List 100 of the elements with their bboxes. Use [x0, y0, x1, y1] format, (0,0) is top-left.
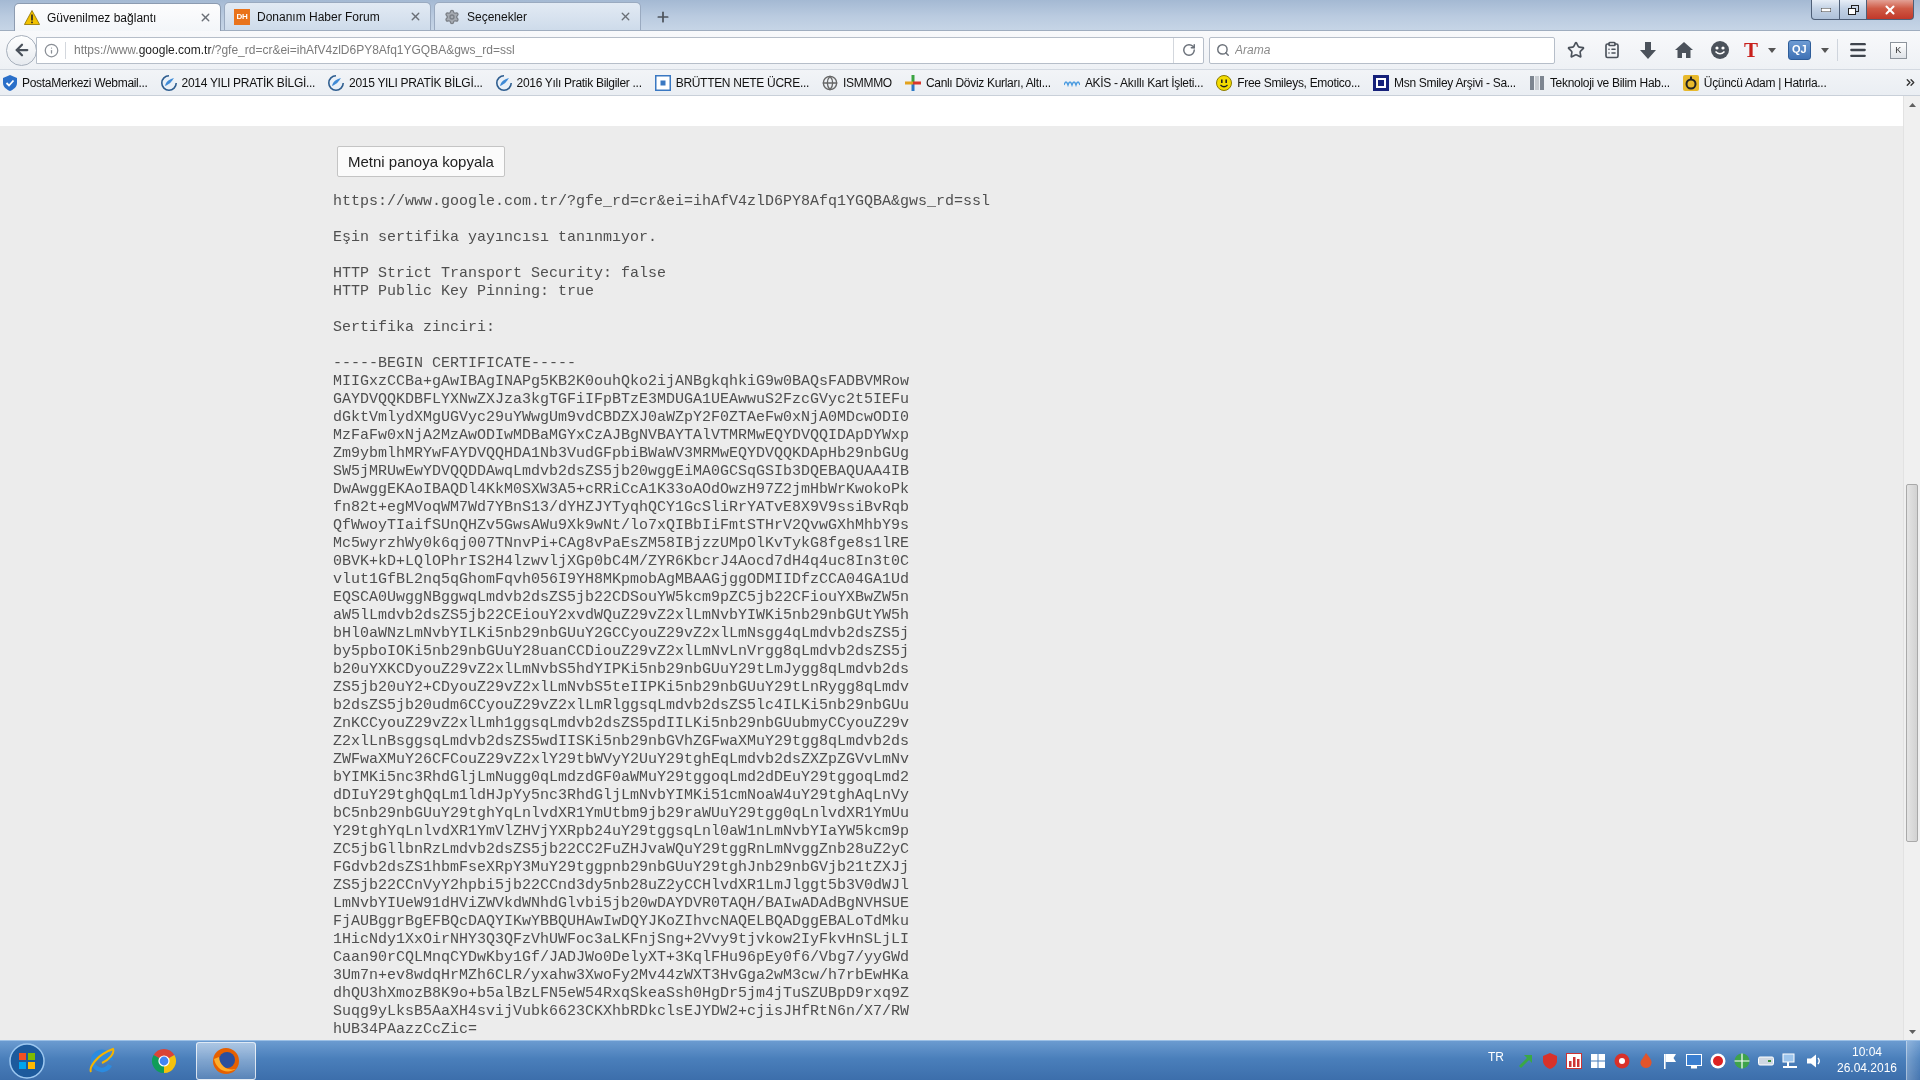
close-icon[interactable]: [619, 10, 632, 23]
copy-text-button[interactable]: Metni panoya kopyala: [337, 146, 505, 177]
minimize-icon[interactable]: [1820, 7, 1831, 12]
scrollbar[interactable]: [1903, 96, 1920, 1040]
certificate-line: ZS5jb22CCnVyY2hpbi5jb22CCnd3dy5nb28uZ2yCCHlvdXR1LmJlggt5b3V0dWJl: [333, 877, 910, 895]
certificate-line: 0BVK+kD+LQlOPhrIS2H4lzwvljXGp0bC4M/ZYR6KbcrJ4Aocd7dH4q4uc8In3t0C: [333, 553, 910, 571]
search-icon[interactable]: [1216, 42, 1230, 57]
certificate-line: DwAwggEKAoIBAQDl4KkM0SXW3A5+cRRiCcA1K33oAOdOwzH97Z2jmHbWrKwokoPk: [333, 481, 910, 499]
home-icon[interactable]: [1675, 42, 1693, 58]
start-button[interactable]: [9, 1042, 45, 1079]
certificate-line: FGdvb2dsZS1hbmFseXRpY3MuY29tggpnb29nbGUuY29tghJnb29nbGVjb21tZXJj: [333, 859, 910, 877]
chart-icon[interactable]: [1566, 1052, 1582, 1069]
star-icon[interactable]: [1567, 41, 1585, 59]
restore-icon[interactable]: [1847, 4, 1859, 15]
certificate-line: ZS5jb20uY2+CDyouZ29vZ2xlLmNvbS5teIIPKi5nb29nbGUuY29tLnRygg8qLmdv: [333, 679, 910, 697]
url-text: https://www.google.com.tr/?gfe_rd=cr&ei=ihAfV4zlD6PY8Afq1YGQBA&gws_rd=ssl: [333, 193, 991, 211]
globe-icon: [822, 74, 838, 91]
panel-button[interactable]: K: [1889, 41, 1907, 59]
bookmark-link[interactable]: Free Smileys, Emotico...: [1216, 74, 1361, 91]
back-button[interactable]: [6, 34, 37, 66]
certificate-line: vlut1GfBL2nq5qGhomFqvh056I9YH8MKpmobAgMBAAGjggODMIIDfzCCA04GA1Ud: [333, 571, 910, 589]
close-icon[interactable]: [199, 11, 212, 24]
extension-button[interactable]: T: [1738, 36, 1782, 64]
bookmark-link[interactable]: 2014 YILI PRATİK BİLGİ...: [160, 74, 316, 91]
speaker-icon[interactable]: [1806, 1052, 1822, 1069]
plus-icon[interactable]: [655, 9, 671, 25]
certificate-line: -----BEGIN CERTIFICATE-----: [333, 355, 577, 373]
certificate-line: 3Um7n+ev8wdqHrMZh6CLR/yxahw3XwoFy2Mv44zWXT3HvGga2wM3cw/h7rbEwHKa: [333, 967, 910, 985]
bookmark-link[interactable]: ISMMMO: [822, 74, 892, 91]
bookmark-link[interactable]: 2016 Yılı Pratik Bilgiler ...: [495, 74, 642, 91]
round-badge-icon[interactable]: [1614, 1052, 1630, 1069]
certificate-line: bC5nb29nbGUuY29tghYqLnlvdXR1YmUtbm9jb29raWUuY29tgg0qLnlvdXR1YmUu: [333, 805, 910, 823]
site-logo: DH: [234, 8, 250, 25]
down-triangle-icon[interactable]: [1908, 1029, 1916, 1034]
close-icon[interactable]: [409, 10, 422, 23]
bookmark-link[interactable]: BRÜTTEN NETE ÜCRE...: [654, 74, 809, 91]
monitor-icon[interactable]: [1686, 1052, 1702, 1069]
windows-icon[interactable]: [1590, 1052, 1606, 1069]
record-icon[interactable]: [1710, 1052, 1726, 1069]
menu-icon[interactable]: [1847, 40, 1868, 60]
certificate-line: dDIuY29tghQqLm1ldHJpYy5nc3RhdGljLmNvbYIMKi51cmNoaW4uY29tghAqLnVy: [333, 787, 910, 805]
search-field[interactable]: Arama: [1209, 36, 1555, 64]
certificate-line: LmNvbYIUeW91dHViZWVkdWNhdGlvbi5jb20wDAYDVR0TAQH/BAIwADAdBgNVHSUE: [333, 895, 910, 913]
certificate-line: bHl0aWNzLmNvbYILKi5nb29nbGUuY2GCCyouZ29vZ2xlLmNsgg4qLmdvb2dsZS5j: [333, 625, 910, 643]
certificate-line: Z2xlLnBsggsqLmdvb2dsZS5wdIISKi5nb29nbGVhZGFwaXMuY29tgg8qLmdvb2ds: [333, 733, 910, 751]
scroll-thumb[interactable]: [1906, 484, 1918, 842]
bookmark-link[interactable]: Teknoloji ve Bilim Hab...: [1528, 74, 1670, 91]
bookmark-link[interactable]: PostaMerkezi Webmail...: [3, 74, 148, 91]
taskbar-app-button[interactable]: [196, 1041, 256, 1080]
certificate-line: by5pboIOKi5nb29nbGUuY28uanCCDiouZ29vZ2xlLmNvLnVrgg8qLmdvb2dsZS5j: [333, 643, 910, 661]
shield-icon: [3, 74, 17, 91]
bookmark-link[interactable]: Üçüncü Adam | Hatırla...: [1682, 74, 1827, 91]
browser-e-icon[interactable]: [88, 1046, 116, 1075]
extension-button[interactable]: QJ: [1782, 36, 1835, 64]
swirl-icon: [495, 74, 512, 91]
certificate-line: SW5jMRUwEwYDVQQDDAwqLmdvb2dsZS5jb20wggEiMA0GCSqGSIb3DQEBAQUAA4IB: [333, 463, 910, 481]
show-desktop-button[interactable]: [1906, 1040, 1920, 1080]
fox-globe-icon[interactable]: [212, 1046, 240, 1075]
tab[interactable]: Seçenekler: [434, 2, 641, 30]
flag-icon[interactable]: [1662, 1052, 1678, 1069]
certificate-line: FjAUBggrBgEFBQcDAQYIKwYBBQUHAwIwDQYJKoZIhvcNAQELBQADggEBALoTdMku: [333, 913, 910, 931]
chevron-icon[interactable]: [1904, 76, 1917, 89]
certificate-line: ZWFwaXMuY26CFCouZ29vZ2xlY29tbWVyY2UuY29tghEqLmdvb2dsZXZpZGVvLmNv: [333, 751, 910, 769]
language-indicator[interactable]: TR: [1482, 1049, 1510, 1064]
clipboard-list-icon[interactable]: [1603, 41, 1621, 59]
caret-icon[interactable]: [1820, 47, 1829, 53]
bookmark-link[interactable]: Canlı Döviz Kurları, Altı...: [904, 74, 1051, 91]
bookmark-link[interactable]: Msn Smiley Arşivi - Sa...: [1373, 74, 1516, 91]
certificate-line: Zm9ybmlhMRYwFAYDVQQHDA1Nb3VudGFpbiBWaWV3MRMwEQYDVQQKDApHb29nbGUg: [333, 445, 910, 463]
certificate-line: Y29tghYqLnlvdXR1YmVlZHVjYXRpb24uY29tggsqLnl0aW1nLmNvbYIaYW5kcm9p: [333, 823, 910, 841]
close-button[interactable]: [1866, 0, 1914, 20]
globe-icon[interactable]: [1734, 1052, 1750, 1069]
certificate-line: ZC5jbGllbnRzLmdvb2dsZS5jb22CC2FuZHJvaWQuY29tggRnLmNvggZnb28uZ2yC: [333, 841, 910, 859]
tab[interactable]: Güvenilmez bağlantı: [14, 3, 221, 31]
clock-time[interactable]: 10:04: [1852, 1045, 1882, 1060]
up-triangle-icon[interactable]: [1908, 102, 1916, 107]
bookmark-link[interactable]: AKİS - Akıllı Kart İşleti...: [1063, 75, 1204, 90]
network-icon[interactable]: [1782, 1052, 1798, 1069]
swirl-icon: [328, 74, 345, 91]
tile-icon: [1373, 74, 1390, 91]
certificate-line: Caan90rCQLMnqCYDwKby1Gf/JADJWo0DelyXT+3KqlFHu96pEy0f6/Vbg7/yyGWd: [333, 949, 910, 967]
tab[interactable]: DH Donanım Haber Forum: [224, 2, 431, 30]
download-icon[interactable]: [1640, 41, 1656, 59]
color-wheel-icon[interactable]: [150, 1046, 178, 1075]
close-icon[interactable]: [1883, 2, 1897, 17]
smiley-icon[interactable]: [1711, 41, 1729, 59]
address-field[interactable]: https://www.google.com.tr/?gfe_rd=cr&ei=ihAfV4zlD6PY8Afq1YGQBA&gws_rd=ssl: [36, 36, 1204, 64]
bookmark-link[interactable]: 2015 YILI PRATİK BİLGİ...: [328, 74, 483, 91]
minimize-button[interactable]: [1811, 0, 1840, 20]
certificate-line: dhQU3hXmozB8K9o+b5alBzLFN5eW54RxqSkeaSsh0HgDr5jm4jTuSZUBpD9rxq9Z: [333, 985, 910, 1003]
restore-button[interactable]: [1839, 0, 1867, 20]
gear-icon: [444, 8, 460, 25]
certificate-line: b20uYXKCDyouZ29vZ2xlLmNvbS5hdYIPKi5nb29nbGUuY29tLmJygg8qLmdvb2ds: [333, 661, 910, 679]
certificate-line: Suqg9yLksB5AaXH4svijVubk6623CKXhbRDkclsEJYDW2+cjisJHfRtN6n/X7/RW: [333, 1003, 910, 1021]
caret-icon[interactable]: [1768, 47, 1776, 53]
url-text: https://www.google.com.tr/?gfe_rd=cr&ei=ihAfV4zlD6PY8Afq1YGQBA&gws_rd=ssl: [74, 43, 516, 57]
reload-icon[interactable]: [1181, 43, 1196, 57]
info-icon[interactable]: [44, 42, 59, 58]
clock-date[interactable]: 26.04.2016: [1836, 1061, 1898, 1076]
certificate-line: MzFaFw0xNjA2MzAwODIwMDBaMGYxCzAJBgNVBAYTAlVTMRMwEQYDVQQIDApDYWxp: [333, 427, 910, 445]
